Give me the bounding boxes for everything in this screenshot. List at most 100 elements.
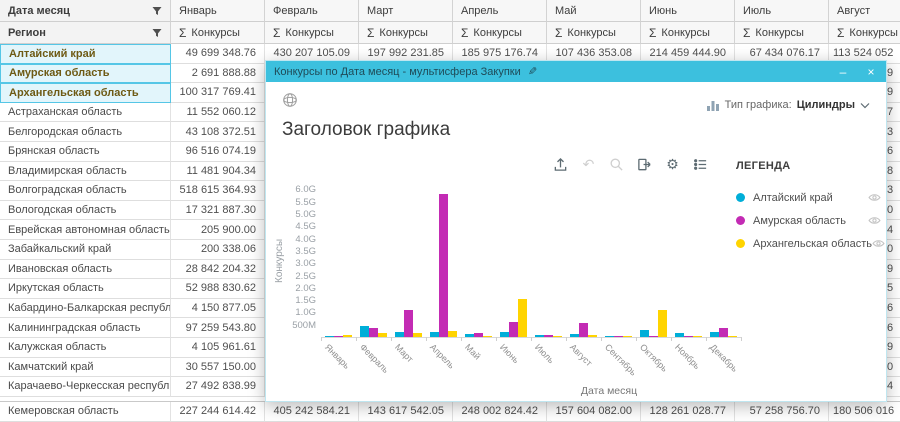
chart-bar[interactable] (588, 335, 597, 337)
month-column-header[interactable]: Май (547, 0, 641, 22)
region-cell[interactable]: Алтайский край (0, 44, 171, 64)
region-cell[interactable]: Волгоградская область (0, 181, 171, 201)
filter-icon[interactable] (152, 6, 162, 16)
measure-header[interactable]: ΣКонкурсы (735, 22, 829, 44)
region-cell[interactable]: Забайкальский край (0, 240, 171, 260)
value-cell[interactable]: 518 615 364.93 (171, 181, 265, 201)
legend-item[interactable]: Архангельская область (736, 232, 881, 255)
month-column-header[interactable]: Март (359, 0, 453, 22)
value-cell[interactable]: 227 244 614.42 (171, 402, 265, 422)
region-cell[interactable]: Калининградская область (0, 318, 171, 338)
value-cell[interactable]: 128 261 028.77 (641, 402, 735, 422)
visibility-eye-icon[interactable] (868, 193, 881, 202)
chart-bar[interactable] (623, 336, 632, 337)
value-cell[interactable]: 2 691 888.88 (171, 64, 265, 84)
chart-bar[interactable] (360, 326, 369, 337)
minimize-button[interactable]: – (832, 61, 854, 82)
chart-bar[interactable] (579, 323, 588, 337)
region-cell[interactable]: Архангельская область (0, 83, 171, 103)
measure-header[interactable]: ΣКонкурсы (829, 22, 900, 44)
chart-bar[interactable] (640, 330, 649, 337)
chart-bar[interactable] (535, 335, 544, 337)
visibility-eye-icon[interactable] (872, 239, 885, 248)
visibility-eye-icon[interactable] (868, 216, 881, 225)
value-cell[interactable]: 28 842 204.32 (171, 260, 265, 280)
region-cell[interactable]: Камчатский край (0, 358, 171, 378)
month-column-header[interactable]: Август (829, 0, 900, 22)
export-icon[interactable] (552, 156, 569, 173)
value-cell[interactable]: 143 617 542.05 (359, 402, 453, 422)
dialog-titlebar[interactable]: Конкурсы по Дата месяц - мультисфера Зак… (266, 61, 886, 82)
region-cell[interactable]: Кемеровская область (0, 402, 171, 422)
measure-header[interactable]: ΣКонкурсы (265, 22, 359, 44)
chart-bar[interactable] (465, 334, 474, 337)
chart-bar[interactable] (430, 332, 439, 337)
region-cell[interactable]: Калужская область (0, 338, 171, 358)
value-cell[interactable]: 157 604 082.00 (547, 402, 641, 422)
chart-bar[interactable] (483, 336, 492, 337)
chart-bar[interactable] (500, 332, 509, 337)
chart-bar[interactable] (570, 334, 579, 337)
value-cell[interactable]: 200 338.06 (171, 240, 265, 260)
chart-bar[interactable] (658, 310, 667, 337)
row-dimension-header[interactable]: Регион (0, 22, 171, 44)
month-column-header[interactable]: Январь (171, 0, 265, 22)
value-cell[interactable]: 96 516 074.19 (171, 142, 265, 162)
chart-bar[interactable] (395, 332, 404, 337)
value-cell[interactable]: 43 108 372.51 (171, 122, 265, 142)
region-cell[interactable]: Кабардино-Балкарская республика (0, 299, 171, 319)
chart-bar[interactable] (684, 336, 693, 337)
value-cell[interactable]: 27 492 838.99 (171, 377, 265, 397)
settings-gear-icon[interactable]: ⚙ (664, 156, 681, 173)
chart-bar[interactable] (649, 336, 658, 337)
chart-bar[interactable] (518, 299, 527, 337)
value-cell[interactable]: 97 259 543.80 (171, 318, 265, 338)
column-dimension-header[interactable]: Дата месяц (0, 0, 171, 22)
legend-item[interactable]: Алтайский край (736, 186, 881, 209)
region-cell[interactable]: Владимирская область (0, 162, 171, 182)
value-cell[interactable]: 11 552 060.12 (171, 103, 265, 123)
region-cell[interactable]: Иркутская область (0, 279, 171, 299)
measure-header[interactable]: ΣКонкурсы (171, 22, 265, 44)
chart-bar[interactable] (404, 310, 413, 337)
value-cell[interactable]: 205 900.00 (171, 220, 265, 240)
value-cell[interactable]: 57 258 756.70 (735, 402, 829, 422)
value-cell[interactable]: 30 557 150.00 (171, 358, 265, 378)
value-cell[interactable]: 4 105 961.61 (171, 338, 265, 358)
region-cell[interactable]: Белгородская область (0, 122, 171, 142)
chart-bar[interactable] (728, 336, 737, 337)
chart-bar[interactable] (693, 336, 702, 337)
chart-bar[interactable] (553, 336, 562, 337)
region-cell[interactable]: Брянская область (0, 142, 171, 162)
value-cell[interactable]: 248 002 824.42 (453, 402, 547, 422)
value-cell[interactable]: 100 317 769.41 (171, 83, 265, 103)
move-to-panel-icon[interactable] (636, 156, 653, 173)
region-cell[interactable]: Еврейская автономная область (0, 220, 171, 240)
month-column-header[interactable]: Июль (735, 0, 829, 22)
region-cell[interactable]: Амурская область (0, 64, 171, 84)
measure-header[interactable]: ΣКонкурсы (453, 22, 547, 44)
region-cell[interactable]: Ивановская область (0, 260, 171, 280)
chart-bar[interactable] (448, 331, 457, 337)
filter-icon[interactable] (152, 28, 162, 38)
value-cell[interactable]: 11 481 904.34 (171, 162, 265, 182)
value-cell[interactable]: 52 988 830.62 (171, 279, 265, 299)
measure-header[interactable]: ΣКонкурсы (641, 22, 735, 44)
chart-bar[interactable] (474, 333, 483, 337)
chart-type-selector[interactable]: Тип графика: Цилиндры (706, 98, 870, 112)
chart-bar[interactable] (369, 328, 378, 337)
chart-bar[interactable] (509, 322, 518, 337)
region-cell[interactable]: Астраханская область (0, 103, 171, 123)
chart-bar[interactable] (439, 194, 448, 337)
value-cell[interactable]: 4 150 877.05 (171, 299, 265, 319)
measure-header[interactable]: ΣКонкурсы (359, 22, 453, 44)
legend-list-icon[interactable] (692, 156, 709, 173)
chart-bar[interactable] (413, 333, 422, 337)
region-cell[interactable]: Карачаево-Черкесская республика (0, 377, 171, 397)
chart-bar[interactable] (334, 336, 343, 337)
chart-bar[interactable] (325, 336, 334, 337)
measure-header[interactable]: ΣКонкурсы (547, 22, 641, 44)
multisphere-icon[interactable] (282, 92, 298, 108)
chart-bar[interactable] (378, 333, 387, 337)
value-cell[interactable]: 180 506 016 (829, 402, 900, 422)
